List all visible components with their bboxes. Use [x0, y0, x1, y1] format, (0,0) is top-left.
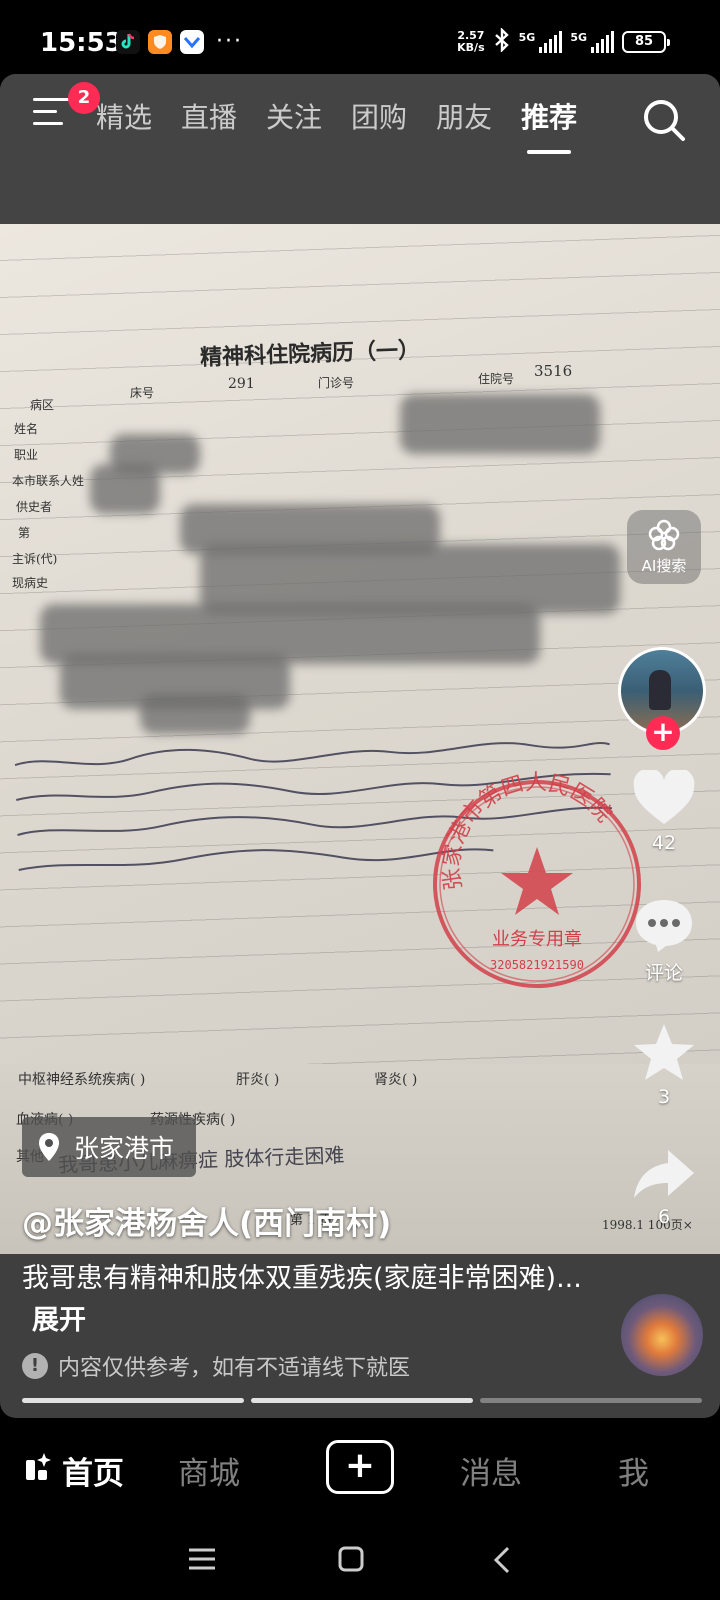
field-ward: 病区 [30, 398, 55, 412]
tab-home[interactable]: 首页 [62, 1448, 124, 1493]
video-description[interactable]: 我哥患有精神和肢体双重残疾(家庭非常困难)... 展开 [22, 1258, 582, 1342]
tab-mall[interactable]: 商城 [178, 1448, 240, 1493]
stamp-subtext: 业务专用章 [492, 929, 582, 950]
like-button[interactable]: 42 [612, 768, 716, 854]
tab-following[interactable]: 关注 [266, 96, 322, 136]
description-text: 我哥患有精神和肢体双重残疾(家庭非常困难)... [22, 1263, 582, 1294]
tab-me[interactable]: 我 [618, 1448, 649, 1493]
network-label-2: 5G [570, 31, 587, 44]
disclaimer-text: 内容仅供参考，如有不适请线下就医 [58, 1356, 411, 1381]
blur-patch [140, 694, 250, 734]
bluetooth-icon [493, 27, 511, 56]
tab-messages[interactable]: 消息 [460, 1448, 522, 1493]
field-nephritis: 肾炎( ) [374, 1072, 418, 1088]
home-sparkle-icon [26, 1453, 51, 1480]
status-time: 15:53 [40, 28, 123, 58]
signal-icon-2: 5G [570, 31, 614, 53]
home-button-icon[interactable] [338, 1546, 364, 1572]
field-admission: 第 [18, 526, 31, 540]
battery-icon: 85 [622, 31, 670, 53]
field-contact: 本市联系人姓 [12, 474, 85, 488]
field-occupation: 职业 [14, 448, 39, 462]
network-speed: 2.57 KB/s [457, 30, 484, 54]
blur-patch [90, 464, 160, 514]
heart-icon [633, 768, 695, 824]
ai-search-label: AI搜索 [641, 557, 687, 575]
clinic-label: 门诊号 [318, 376, 355, 390]
field-name: 姓名 [14, 422, 39, 436]
back-icon[interactable] [492, 1546, 512, 1574]
shield-app-icon [148, 30, 172, 54]
tab-live[interactable]: 直播 [181, 96, 237, 136]
location-tag[interactable]: 张家港市 [22, 1117, 197, 1177]
more-notifications-icon: ··· [216, 29, 243, 54]
tab-friends[interactable]: 朋友 [436, 96, 492, 136]
follow-button[interactable]: + [646, 716, 680, 750]
location-label: 张家港市 [74, 1134, 175, 1163]
notification-icons: ··· [116, 30, 243, 54]
tab-group-buy[interactable]: 团购 [351, 96, 407, 136]
menu-icon[interactable] [33, 98, 69, 126]
bed-label: 床号 [130, 386, 155, 400]
ai-search-button[interactable]: AI搜索 [627, 510, 701, 584]
app-notification-icon [116, 30, 140, 54]
comment-icon [636, 900, 692, 952]
location-pin-icon [39, 1133, 59, 1161]
tab-featured[interactable]: 精选 [96, 96, 152, 136]
share-button[interactable]: 6 [612, 1146, 716, 1228]
music-disc[interactable] [621, 1294, 703, 1376]
feed-tabs: 精选 直播 关注 团购 朋友 推荐 [96, 96, 606, 154]
bottom-tab-bar: 首页 商城 + 消息 我 [0, 1418, 720, 1518]
create-button[interactable]: + [326, 1440, 394, 1494]
admission-label: 住院号 [478, 372, 515, 386]
system-nav-bar [0, 1518, 720, 1600]
ai-flower-icon [648, 519, 680, 551]
network-label-1: 5G [518, 31, 536, 44]
like-count: 42 [651, 832, 677, 854]
top-nav: 2 精选 直播 关注 团购 朋友 推荐 [0, 74, 720, 154]
signal-icon-1: 5G [519, 31, 563, 53]
field-cns: 中枢神经系统疾病( ) [18, 1072, 146, 1088]
share-count: 6 [657, 1206, 671, 1228]
warning-icon: ! [22, 1353, 48, 1379]
field-history: 现病史 [12, 576, 49, 590]
stamp-number: 3205821921590 [490, 958, 584, 972]
favorite-count: 3 [657, 1086, 671, 1108]
bed-number: 291 [228, 376, 255, 392]
comment-label: 评论 [644, 962, 683, 984]
tab-recommended[interactable]: 推荐 [521, 96, 577, 154]
field-complaint: 主诉(代) [12, 552, 58, 566]
progress-segment [480, 1398, 702, 1403]
expand-button[interactable]: 展开 [32, 1305, 86, 1336]
author-name[interactable]: @张家港杨舍人(西门南村) [22, 1198, 391, 1243]
field-hepatitis: 肝炎( ) [236, 1072, 280, 1088]
speed-unit: KB/s [457, 41, 485, 54]
admission-number: 3516 [534, 362, 573, 380]
comment-button[interactable]: 评论 [612, 896, 716, 985]
favorite-button[interactable]: 3 [612, 1022, 716, 1108]
field-informant: 供史者 [16, 500, 53, 514]
blur-patch [400, 394, 600, 454]
progress-segment [22, 1398, 244, 1403]
progress-segment [251, 1398, 473, 1403]
recent-apps-icon[interactable] [188, 1546, 216, 1572]
share-arrow-icon [634, 1150, 694, 1198]
disclaimer: ! 内容仅供参考，如有不适请线下就医 [22, 1350, 410, 1382]
search-icon[interactable] [640, 96, 688, 144]
video-progress [22, 1398, 702, 1403]
status-bar: 15:53 ··· 2.57 KB/s 5G 5G 85 [0, 0, 720, 74]
star-icon [634, 1024, 694, 1080]
message-app-icon [180, 30, 204, 54]
